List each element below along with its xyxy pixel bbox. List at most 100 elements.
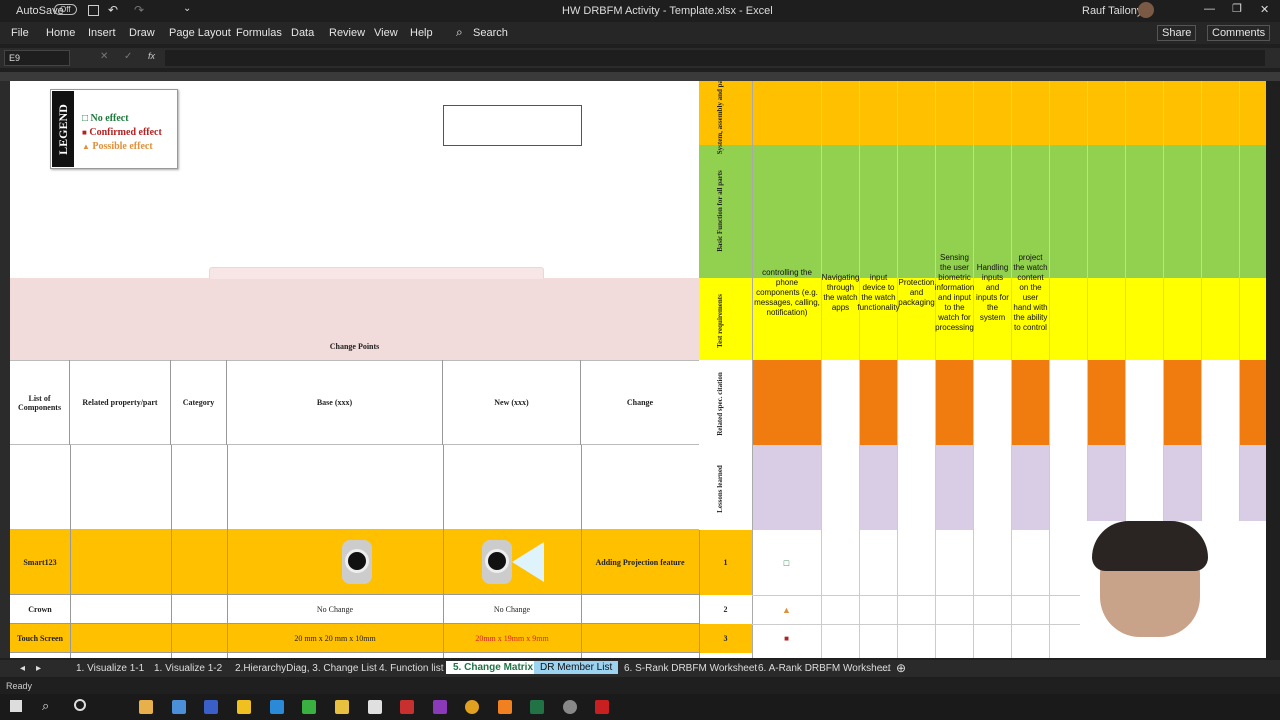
excel-icon[interactable]	[530, 700, 544, 714]
header-base: Base (xxx)	[227, 360, 443, 445]
tab-help[interactable]: Help	[410, 27, 433, 39]
close-icon[interactable]: ✕	[1260, 3, 1269, 16]
avatar[interactable]	[1138, 2, 1154, 18]
app-icon[interactable]	[302, 700, 316, 714]
tab-scroll-left-icon[interactable]: ◂	[20, 663, 25, 674]
function-4: Protection and packaging	[898, 277, 935, 307]
function-1: controlling the phone components (e.g. m…	[754, 267, 820, 317]
cancel-icon[interactable]: ✕	[100, 51, 108, 62]
cell-component[interactable]: Touch Screen	[10, 624, 70, 653]
header-category: Category	[171, 360, 227, 445]
undo-icon[interactable]: ↶	[108, 3, 118, 17]
onenote-icon[interactable]	[433, 700, 447, 714]
search-taskbar-icon[interactable]: ⌕	[42, 698, 49, 714]
more-tabs-icon[interactable]: …	[880, 663, 890, 674]
cell-number[interactable]: 2	[699, 595, 752, 624]
cell-number[interactable]: 3	[699, 624, 752, 653]
app-icon[interactable]	[237, 700, 251, 714]
customize-qat-icon[interactable]: ⌄	[183, 3, 191, 14]
sheet-tab-s-rank[interactable]: 6. S-Rank DRBFM Worksheet	[624, 663, 757, 674]
app-icon[interactable]	[270, 700, 284, 714]
name-box[interactable]: E9	[4, 50, 70, 66]
cell-base[interactable]: 20 mm x 20 mm x 10mm	[227, 624, 443, 653]
legend-confirmed-effect: ■ Confirmed effect	[82, 127, 162, 138]
comments-button[interactable]: Comments	[1207, 25, 1271, 41]
tab-scroll-right-icon[interactable]: ▸	[36, 663, 41, 674]
blank-row	[10, 445, 699, 530]
cell-mark[interactable]: ■	[752, 624, 821, 653]
cell-new[interactable]: No Change	[443, 595, 581, 624]
header-new: New (xxx)	[443, 360, 581, 445]
app-icon[interactable]	[563, 700, 577, 714]
app-icon[interactable]	[400, 700, 414, 714]
tab-file[interactable]: File	[11, 27, 29, 39]
watch-new-image	[482, 540, 512, 584]
label-system: System, assembly and parts	[716, 81, 725, 155]
legend-box: LEGEND □ No effect ■ Confirmed effect ▲ …	[50, 89, 178, 169]
windows-start-icon[interactable]	[10, 700, 22, 712]
row-headers[interactable]	[0, 81, 10, 658]
tab-insert[interactable]: Insert	[88, 27, 116, 39]
share-button[interactable]: Share	[1157, 25, 1197, 41]
formula-input[interactable]	[165, 50, 1265, 66]
save-icon[interactable]	[88, 5, 99, 16]
tab-page-layout[interactable]: Page Layout	[169, 27, 231, 39]
app-icon[interactable]	[204, 700, 218, 714]
cortana-icon[interactable]	[74, 699, 86, 711]
watch-base-image	[342, 540, 372, 584]
restore-icon[interactable]: ❐	[1232, 2, 1242, 15]
function-6: Handling inputs and inputs for the syste…	[976, 262, 1009, 322]
app-icon[interactable]	[368, 700, 382, 714]
sheet-tab-dr-member-list[interactable]: DR Member List	[534, 661, 619, 674]
function-icon[interactable]: fx	[148, 51, 155, 61]
function-5: Sensing the user biometric information a…	[934, 252, 975, 332]
status-ready: Ready	[6, 681, 33, 691]
minimize-icon[interactable]: —	[1204, 3, 1215, 15]
tab-home[interactable]: Home	[46, 27, 75, 39]
selected-cell[interactable]	[443, 105, 582, 146]
add-sheet-icon[interactable]: ⊕	[896, 661, 906, 675]
cell-change[interactable]: Adding Projection feature	[581, 530, 699, 595]
sheet-tab-hierarchy[interactable]: 2.HierarchyDiag, 3. Change List	[235, 663, 377, 674]
function-2: Navigating through the watch apps	[821, 272, 860, 312]
ribbon-tabs: File Home Insert Draw Page Layout Formul…	[0, 22, 1280, 44]
calculator-icon[interactable]	[172, 700, 186, 714]
recorder-icon[interactable]	[595, 700, 609, 714]
cell-new[interactable]: 20mm x 19mm x 9mm	[443, 624, 581, 653]
sheet-tab-visualize-1-1[interactable]: 1. Visualize 1-1	[76, 663, 144, 674]
label-spec-citation: Related spec. citation	[715, 371, 724, 436]
cell-component[interactable]: Crown	[10, 595, 70, 624]
sheet-tab-visualize-1-2[interactable]: 1. Visualize 1-2	[154, 663, 222, 674]
redo-icon[interactable]: ↷	[134, 3, 144, 17]
enter-icon[interactable]: ✓	[124, 51, 132, 62]
shape-tab	[209, 267, 544, 279]
sheet-tab-change-matrix[interactable]: 5. Change Matrix	[446, 661, 541, 674]
tab-review[interactable]: Review	[329, 27, 365, 39]
cell-number[interactable]: 1	[699, 530, 752, 595]
tab-data[interactable]: Data	[291, 27, 314, 39]
app-icon[interactable]	[498, 700, 512, 714]
chrome-icon[interactable]	[465, 700, 479, 714]
worksheet-grid[interactable]: LEGEND □ No effect ■ Confirmed effect ▲ …	[10, 81, 1266, 658]
file-explorer-icon[interactable]	[139, 700, 153, 714]
formula-bar: E9 ✕ ✓ fx	[0, 48, 1280, 68]
window-title: HW DRBFM Activity - Template.xlsx - Exce…	[562, 5, 773, 17]
cell-component[interactable]: Smart123	[10, 530, 70, 595]
drive-icon[interactable]	[335, 700, 349, 714]
sheet-tab-a-rank[interactable]: 6. A-Rank DRBFM Worksheet	[758, 663, 891, 674]
search-box[interactable]: Search	[473, 27, 508, 39]
cell-base[interactable]: No Change	[227, 595, 443, 624]
tab-formulas[interactable]: Formulas	[236, 27, 282, 39]
tab-draw[interactable]: Draw	[129, 27, 155, 39]
projection-beam	[512, 542, 544, 582]
status-bar: Ready	[0, 678, 1280, 694]
taskbar: ⌕	[0, 694, 1280, 720]
autosave-toggle[interactable]: Off	[54, 4, 77, 15]
cell-mark[interactable]: □	[752, 530, 821, 595]
webcam-overlay	[1080, 521, 1266, 658]
cell-mark[interactable]: ▲	[752, 595, 821, 624]
sheet-tab-function-list[interactable]: 4. Function list	[379, 663, 443, 674]
column-headers[interactable]	[0, 72, 1280, 81]
tab-view[interactable]: View	[374, 27, 398, 39]
row-system-band	[699, 81, 1266, 145]
